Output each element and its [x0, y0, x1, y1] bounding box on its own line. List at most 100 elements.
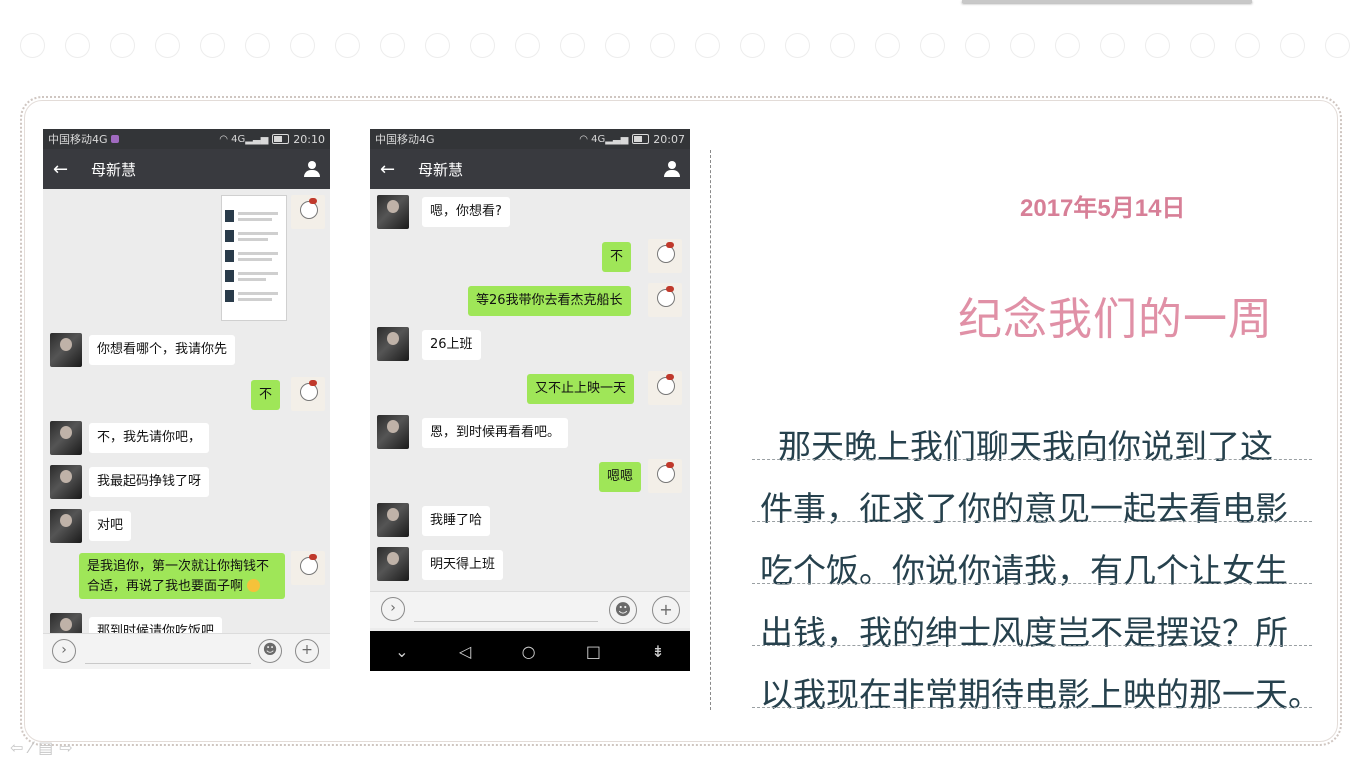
message-bubble: 不 [602, 242, 632, 272]
decor-dot [605, 33, 630, 58]
avatar[interactable] [50, 509, 82, 543]
battery-icon [632, 134, 650, 144]
decor-dot [515, 33, 540, 58]
decor-dot [1010, 33, 1035, 58]
pen-icon[interactable]: ⁄ [29, 738, 38, 757]
message-list: 你想看哪个，我请你先 不 不，我先请你吧， 我最起码挣钱了呀 对吧 是我追你，第… [43, 189, 330, 633]
prev-slide-icon[interactable]: ⇦ [10, 738, 29, 757]
menu-icon[interactable]: ▤ [38, 738, 59, 757]
nav-home-icon[interactable]: ○ [522, 642, 536, 661]
person-icon[interactable] [664, 161, 680, 177]
decor-dot [1280, 33, 1305, 58]
input-bar: › ☻ + [370, 591, 690, 628]
avatar[interactable] [50, 421, 82, 455]
decor-dot [1100, 33, 1125, 58]
avatar[interactable] [377, 547, 409, 581]
avatar[interactable] [648, 371, 682, 405]
vertical-divider [710, 150, 711, 710]
story-paragraph: 那天晚上我们聊天我向你说到了这 件事，征求了你的意见一起去看电影 吃个饭。你说你… [752, 420, 1321, 730]
message-bubble: 是我追你，第一次就让你掏钱不合适，再说了我也要面子啊 [79, 553, 285, 599]
top-decor-bar [962, 0, 1252, 3]
decor-dot [470, 33, 495, 58]
chat-header: ← 母新慧 [43, 149, 330, 189]
smile-emoji-icon [247, 579, 261, 592]
paragraph-line: 吃个饭。你说你请我，有几个让女生 [752, 544, 1312, 606]
chat-screenshot-1: 中国移动4G ◠ 4G▂▃▅ 20:10 ← 母新慧 你想看哪个，我请你先 不 … [43, 129, 330, 669]
paragraph-text: 吃个饭。你说你请我，有几个让女生 [760, 551, 1288, 590]
avatar[interactable] [50, 333, 82, 367]
arrow-left-icon[interactable]: ← [53, 159, 91, 180]
shared-image-message[interactable] [221, 195, 287, 321]
message-bubble: 不 [251, 380, 281, 410]
date-label: 2017年5月14日 [1020, 195, 1186, 222]
avatar[interactable] [648, 239, 682, 273]
nav-back-icon[interactable]: ◁ [459, 642, 471, 661]
chevron-down-icon[interactable]: ⌄ [395, 642, 408, 661]
paragraph-text: 出钱，我的绅士风度岂不是摆设？所 [760, 613, 1288, 652]
network-label: 4G [231, 133, 246, 145]
clock: 20:07 [653, 132, 685, 146]
status-bar: 中国移动4G ◠ 4G▂▃▅ 20:07 [370, 129, 690, 149]
carrier-label: 中国移动4G [375, 133, 435, 146]
message-bubble: 又不止上映一天 [527, 374, 635, 404]
message-bubble: 嗯，你想看? [422, 197, 510, 227]
decor-dot [425, 33, 450, 58]
contact-name: 母新慧 [418, 160, 464, 179]
message-text: 是我追你，第一次就让你掏钱不合适，再说了我也要面子啊 [87, 559, 270, 594]
decor-dot [650, 33, 675, 58]
message-bubble: 我睡了哈 [422, 506, 491, 536]
decor-dot [830, 33, 855, 58]
avatar[interactable] [377, 327, 409, 361]
emoji-icon[interactable]: ☻ [609, 596, 637, 624]
message-input[interactable] [85, 663, 251, 664]
voice-icon[interactable]: › [52, 639, 76, 663]
avatar[interactable] [377, 415, 409, 449]
clock: 20:10 [293, 132, 325, 146]
decor-dot [560, 33, 585, 58]
decor-dot [920, 33, 945, 58]
decor-dot [200, 33, 225, 58]
nav-recents-icon[interactable]: □ [586, 642, 601, 661]
slide-heading: 纪念我们的一周 [958, 294, 1273, 345]
plus-icon[interactable]: + [652, 596, 680, 624]
avatar[interactable] [50, 465, 82, 499]
message-bubble: 明天得上班 [422, 550, 504, 580]
decor-dot [65, 33, 90, 58]
message-bubble: 恩，到时候再看看吧。 [422, 418, 569, 448]
decor-dot [110, 33, 135, 58]
paragraph-text: 那天晚上我们聊天我向你说到了这 [778, 427, 1273, 466]
message-input[interactable] [414, 621, 598, 622]
person-icon[interactable] [304, 161, 320, 177]
plus-icon[interactable]: + [295, 639, 319, 663]
decor-dot [1055, 33, 1080, 58]
emoji-icon[interactable]: ☻ [258, 639, 282, 663]
avatar[interactable] [377, 503, 409, 537]
decor-dot [1235, 33, 1260, 58]
paragraph-line: 件事，征求了你的意见一起去看电影 [752, 482, 1312, 544]
arrow-left-icon[interactable]: ← [380, 159, 418, 180]
avatar[interactable] [291, 195, 325, 229]
paragraph-line: 以我现在非常期待电影上映的那一天。 [752, 668, 1321, 730]
avatar[interactable] [648, 283, 682, 317]
decor-dot [20, 33, 45, 58]
avatar[interactable] [291, 551, 325, 585]
decor-dot [155, 33, 180, 58]
decor-dot [1145, 33, 1170, 58]
avatar[interactable] [50, 613, 82, 633]
message-bubble: 26上班 [422, 330, 481, 360]
avatar[interactable] [648, 459, 682, 493]
decor-dot [965, 33, 990, 58]
carrier-label: 中国移动4G [48, 133, 108, 146]
next-slide-icon[interactable]: ⇨ [59, 738, 78, 757]
decor-dot [290, 33, 315, 58]
avatar[interactable] [377, 195, 409, 229]
paragraph-line: 那天晚上我们聊天我向你说到了这 [752, 420, 1312, 482]
decor-dot [335, 33, 360, 58]
message-bubble: 不，我先请你吧， [89, 423, 210, 453]
notification-pull-icon[interactable]: ⇟ [651, 642, 664, 661]
voice-icon[interactable]: › [381, 597, 405, 621]
message-bubble: 你想看哪个，我请你先 [89, 335, 236, 365]
message-list: 嗯，你想看? 不 等26我带你去看杰克船长 26上班 又不止上映一天 恩，到时候… [370, 189, 690, 591]
message-bubble: 我最起码挣钱了呀 [89, 467, 210, 497]
avatar[interactable] [291, 377, 325, 411]
